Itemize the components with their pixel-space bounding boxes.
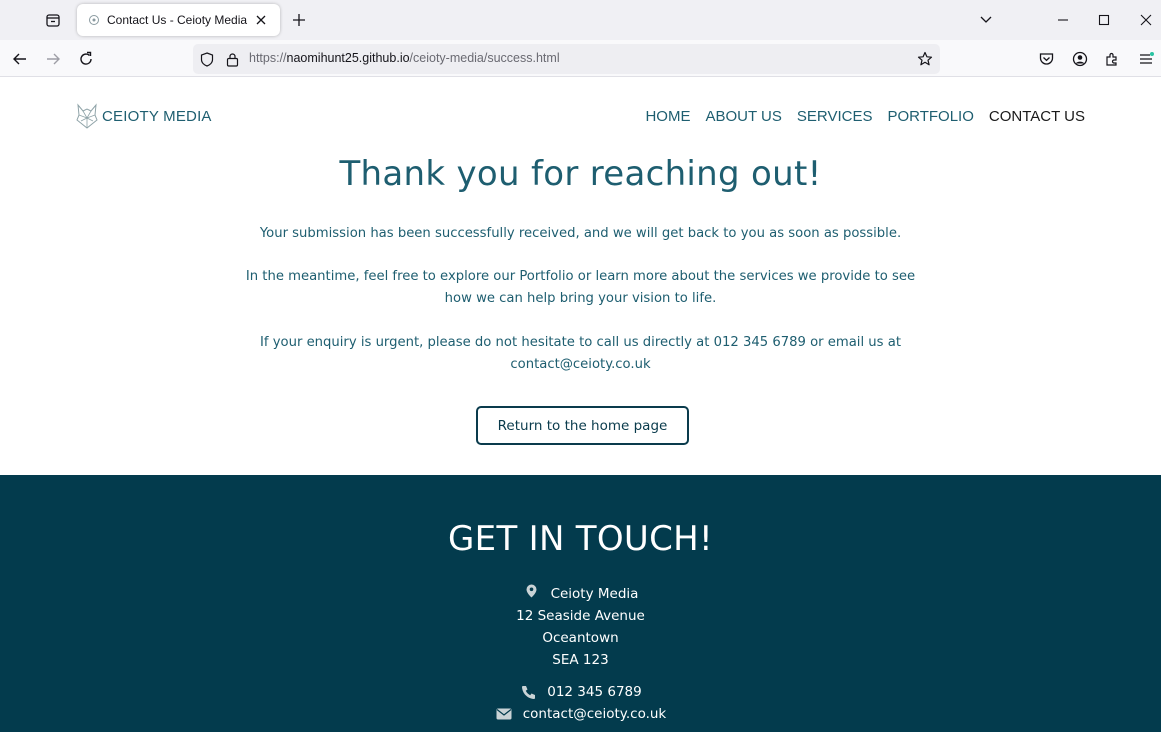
envelope-icon <box>495 706 513 722</box>
address-town: Oceantown <box>542 630 619 646</box>
url-host: naomihunt25.github.io <box>286 51 410 65</box>
footer-email-row: contact@ceioty.co.uk <box>0 706 1161 722</box>
footer-phone-row: 012 345 6789 <box>0 684 1161 700</box>
web-page: CEIOTY MEDIA HOME ABOUT US SERVICES PORT… <box>0 78 1161 732</box>
address-company: Ceioty Media <box>550 586 639 602</box>
success-message: Thank you for reaching out! <box>0 154 1161 194</box>
lock-icon[interactable] <box>224 51 240 67</box>
phone-icon <box>519 684 537 700</box>
site-footer: GET IN TOUCH! Ceioty Media 12 Seaside Av… <box>0 475 1161 732</box>
site-logo[interactable]: CEIOTY MEDIA <box>75 102 212 130</box>
ceioty-favicon <box>87 13 101 27</box>
return-home-button[interactable]: Return to the home page <box>476 406 689 445</box>
tab-list-icon[interactable] <box>40 8 66 32</box>
new-tab-icon[interactable] <box>288 9 310 31</box>
nav-home[interactable]: HOME <box>645 108 690 125</box>
success-paragraph-3: If your enquiry is urgent, please do not… <box>260 335 901 372</box>
minimize-icon[interactable] <box>1050 8 1076 32</box>
nav-contact-us[interactable]: CONTACT US <box>989 108 1085 125</box>
logo-text: CEIOTY MEDIA <box>102 107 212 125</box>
extensions-icon[interactable] <box>1100 46 1126 72</box>
nav-about-us[interactable]: ABOUT US <box>705 108 781 125</box>
success-paragraph-3-wrap: If your enquiry is urgent, please do not… <box>0 332 1161 376</box>
success-paragraph-1: Your submission has been successfully re… <box>259 226 902 241</box>
url-bar[interactable]: https://naomihunt25.github.io/ceioty-med… <box>193 44 940 74</box>
pocket-icon[interactable] <box>1033 46 1059 72</box>
account-icon[interactable] <box>1067 46 1093 72</box>
reload-icon[interactable] <box>73 46 99 72</box>
url-prefix: https:// <box>249 51 287 65</box>
address-street: 12 Seaside Avenue <box>516 608 645 624</box>
footer-heading: GET IN TOUCH! <box>448 519 713 559</box>
nav-portfolio[interactable]: PORTFOLIO <box>887 108 973 125</box>
url-path: /ceioty-media/success.html <box>409 51 560 65</box>
site-header: CEIOTY MEDIA HOME ABOUT US SERVICES PORT… <box>0 78 1161 148</box>
footer-email[interactable]: contact@ceioty.co.uk <box>523 706 667 722</box>
browser-tab-active[interactable]: Contact Us - Ceioty Media <box>77 4 280 36</box>
window-close-icon[interactable] <box>1133 8 1159 32</box>
forward-icon[interactable] <box>40 46 66 72</box>
footer-phone[interactable]: 012 345 6789 <box>547 684 641 700</box>
bookmark-star-icon[interactable] <box>917 51 933 67</box>
close-tab-icon[interactable] <box>252 11 270 29</box>
success-paragraph-2: In the meantime, feel free to explore ou… <box>245 269 916 306</box>
back-icon[interactable] <box>7 46 33 72</box>
shield-icon[interactable] <box>199 51 215 67</box>
tab-title: Contact Us - Ceioty Media <box>107 13 248 27</box>
success-paragraph-2-wrap: In the meantime, feel free to explore ou… <box>0 266 1161 310</box>
map-pin-icon <box>523 583 541 599</box>
wolf-logo-icon <box>76 103 98 129</box>
tab-overflow-chevron-icon[interactable] <box>973 8 999 32</box>
success-heading: Thank you for reaching out! <box>339 154 822 194</box>
maximize-icon[interactable] <box>1091 8 1117 32</box>
address-postcode: SEA 123 <box>552 652 609 668</box>
address-line: Ceioty Media <box>0 583 1161 605</box>
main-nav: HOME ABOUT US SERVICES PORTFOLIO CONTACT… <box>645 108 1085 125</box>
success-paragraph-1-wrap: Your submission has been successfully re… <box>0 223 1161 245</box>
browser-tab-strip: Contact Us - Ceioty Media <box>0 0 1161 40</box>
footer-address: Ceioty Media 12 Seaside Avenue Oceantown… <box>0 583 1161 671</box>
url-text[interactable]: https://naomihunt25.github.io/ceioty-med… <box>249 51 560 65</box>
nav-services[interactable]: SERVICES <box>797 108 873 125</box>
browser-toolbar: https://naomihunt25.github.io/ceioty-med… <box>0 40 1161 77</box>
app-menu-icon[interactable] <box>1133 46 1159 72</box>
